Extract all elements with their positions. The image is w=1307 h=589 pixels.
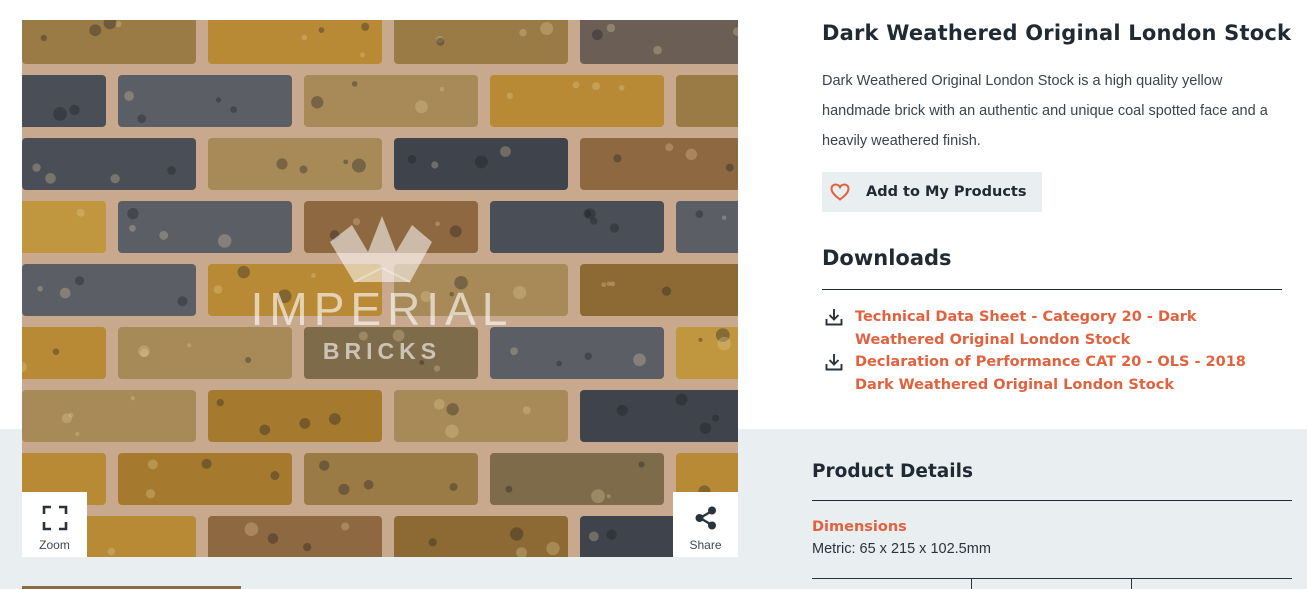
details-table-column-divider — [1131, 578, 1132, 589]
details-table-column-divider — [971, 578, 972, 589]
share-label: Share — [689, 538, 722, 552]
add-to-my-products-label: Add to My Products — [866, 184, 1027, 200]
share-button[interactable]: Share — [673, 492, 738, 557]
dimensions-value: Metric: 65 x 215 x 102.5mm — [812, 541, 991, 557]
zoom-label: Zoom — [39, 538, 70, 552]
product-title: Dark Weathered Original London Stock — [822, 21, 1292, 45]
download-item[interactable]: Technical Data Sheet - Category 20 - Dar… — [824, 306, 1264, 352]
share-icon — [693, 504, 719, 532]
details-table-top-border — [812, 578, 1292, 579]
technical-data-sheet-link[interactable]: Technical Data Sheet - Category 20 - Dar… — [855, 306, 1260, 352]
download-icon — [824, 307, 844, 327]
zoom-button[interactable]: Zoom — [22, 492, 87, 557]
fullscreen-icon — [42, 504, 68, 532]
download-item[interactable]: Declaration of Performance CAT 20 - OLS … — [824, 351, 1264, 397]
heart-icon — [830, 182, 850, 202]
add-to-my-products-button[interactable]: Add to My Products — [822, 172, 1042, 212]
declaration-of-performance-link[interactable]: Declaration of Performance CAT 20 - OLS … — [855, 351, 1260, 397]
downloads-heading: Downloads — [822, 246, 952, 270]
product-image[interactable]: IMPERIAL BRICKS — [22, 20, 738, 557]
brick-texture — [22, 20, 738, 557]
dimensions-label: Dimensions — [812, 519, 907, 535]
product-details-divider — [812, 500, 1292, 501]
download-icon — [824, 352, 844, 372]
product-description: Dark Weathered Original London Stock is … — [822, 73, 1268, 149]
product-details-heading: Product Details — [812, 461, 973, 482]
downloads-divider — [822, 289, 1282, 290]
